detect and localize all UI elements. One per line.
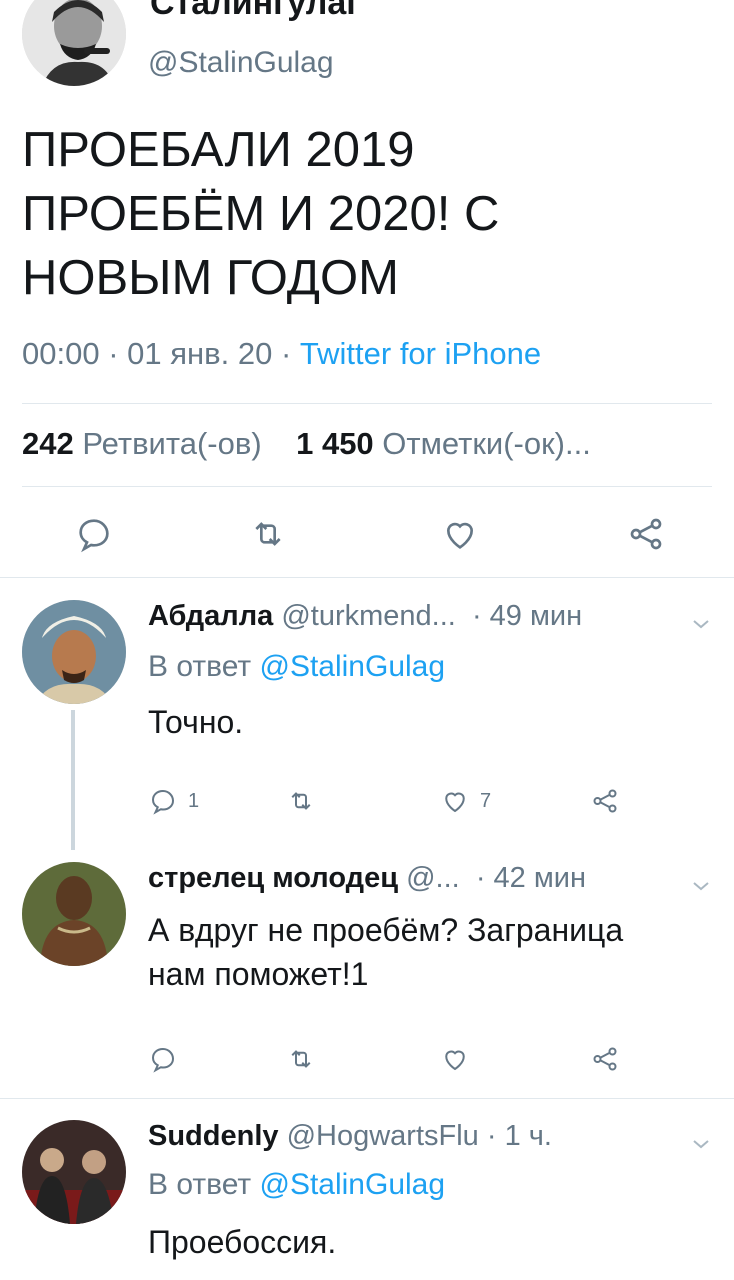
like-button[interactable]: 7	[440, 786, 491, 816]
reply-avatar[interactable]	[22, 862, 126, 966]
reply-author-name[interactable]: Абдалла	[148, 600, 273, 632]
reply-text: Проебоссия.	[148, 1224, 337, 1260]
retweet-icon	[255, 522, 281, 546]
tweet-time: 00:00	[22, 336, 100, 371]
share-icon	[593, 1047, 617, 1071]
reply-text: А вдруг не проебём? Заграница нам поможе…	[148, 908, 708, 996]
retweet-button[interactable]	[286, 1044, 316, 1074]
reply-avatar[interactable]	[22, 1120, 126, 1224]
retweet-icon	[291, 1050, 311, 1068]
reply-author-handle[interactable]: @turkmend...	[281, 600, 456, 632]
share-button[interactable]	[624, 512, 668, 556]
share-button[interactable]	[590, 786, 620, 816]
chevron-down-icon[interactable]	[692, 610, 710, 636]
meta-separator: ·	[108, 336, 119, 371]
like-button[interactable]	[440, 1044, 470, 1074]
likes-stat[interactable]: 1 450 Отметки(-ок)...	[296, 426, 591, 461]
reply-to-prefix: В ответ	[148, 650, 252, 683]
reply-icon	[151, 789, 175, 815]
share-icon	[630, 518, 662, 550]
like-count: 7	[480, 789, 492, 812]
author-name: Сталингулаг	[150, 0, 361, 22]
retweets-count: 242	[22, 426, 74, 461]
reply-count: 1	[188, 789, 200, 812]
reply-to-prefix: В ответ	[148, 1168, 252, 1201]
likes-count: 1 450	[296, 426, 374, 461]
divider	[22, 486, 712, 487]
thread-line	[71, 710, 75, 850]
reply-to: В ответ @StalinGulag	[148, 1168, 445, 1202]
reply-button[interactable]	[148, 1044, 178, 1074]
tweet-text-line: ПРОЕБАЛИ 2019	[22, 123, 415, 177]
tweet-text: ПРОЕБАЛИ 2019 ПРОЕБЁМ И 2020! С НОВЫМ ГО…	[22, 118, 712, 310]
tweet-text-line: НОВЫМ ГОДОМ	[22, 251, 399, 305]
heart-icon	[446, 522, 474, 549]
retweet-button[interactable]	[246, 512, 290, 556]
retweet-icon	[291, 792, 311, 810]
reply-time: · 1 ч.	[486, 1120, 552, 1152]
tweet-date: 01 янв. 20	[127, 336, 273, 371]
reply-to: В ответ @StalinGulag	[148, 650, 445, 684]
reply-header: стрелец молодец @... · 42 мин	[148, 862, 586, 895]
retweets-label: Ретвита(-ов)	[82, 426, 262, 461]
retweets-stat[interactable]: 242 Ретвита(-ов)	[22, 426, 262, 461]
divider	[0, 577, 734, 578]
author-handle[interactable]: @StalinGulag	[148, 46, 334, 80]
reply-author-name[interactable]: стрелец молодец	[148, 862, 398, 894]
share-icon	[593, 789, 617, 813]
heart-icon	[445, 1050, 465, 1071]
reply-icon	[151, 1047, 175, 1073]
reply-time: · 42 мин	[475, 862, 587, 894]
share-button[interactable]	[590, 1044, 620, 1074]
likes-label: Отметки(-ок)...	[382, 426, 591, 461]
reply-text-line: А вдруг не проебём? Заграница	[148, 912, 624, 948]
retweet-button[interactable]	[286, 786, 316, 816]
reply-text: Точно.	[148, 704, 244, 740]
chevron-down-icon[interactable]	[692, 1130, 710, 1156]
reply-author-name[interactable]: Suddenly	[148, 1120, 279, 1152]
chevron-down-icon[interactable]	[692, 872, 710, 898]
tweet-source-link[interactable]: Twitter for iPhone	[300, 336, 541, 371]
reply-header: Suddenly @HogwartsFlu · 1 ч.	[148, 1120, 552, 1153]
reply-to-mention[interactable]: @StalinGulag	[259, 650, 445, 683]
meta-separator: ·	[280, 336, 292, 371]
tweet-meta: 00:00 · 01 янв. 20 · Twitter for iPhone	[22, 336, 541, 372]
reply-button[interactable]	[72, 512, 116, 556]
tweet-stats: 242 Ретвита(-ов) 1 450 Отметки(-ок)...	[22, 426, 591, 462]
reply-button[interactable]: 1	[148, 786, 199, 816]
reply-text-line: нам поможет!1	[148, 956, 369, 992]
reply-to-mention[interactable]: @StalinGulag	[259, 1168, 445, 1201]
heart-icon	[445, 792, 465, 813]
reply-author-handle[interactable]: @...	[406, 862, 460, 894]
divider	[0, 1098, 734, 1099]
tweet-text-line: ПРОЕБЁМ И 2020! С	[22, 187, 500, 241]
reply-time: · 49 мин	[471, 600, 583, 632]
reply-author-handle[interactable]: @HogwartsFlu	[287, 1120, 479, 1152]
author-avatar[interactable]	[22, 0, 126, 86]
reply-icon	[79, 519, 109, 553]
divider	[22, 403, 712, 404]
reply-header: Абдалла @turkmend... · 49 мин	[148, 600, 582, 633]
like-button[interactable]	[438, 512, 482, 556]
reply-avatar[interactable]	[22, 600, 126, 704]
